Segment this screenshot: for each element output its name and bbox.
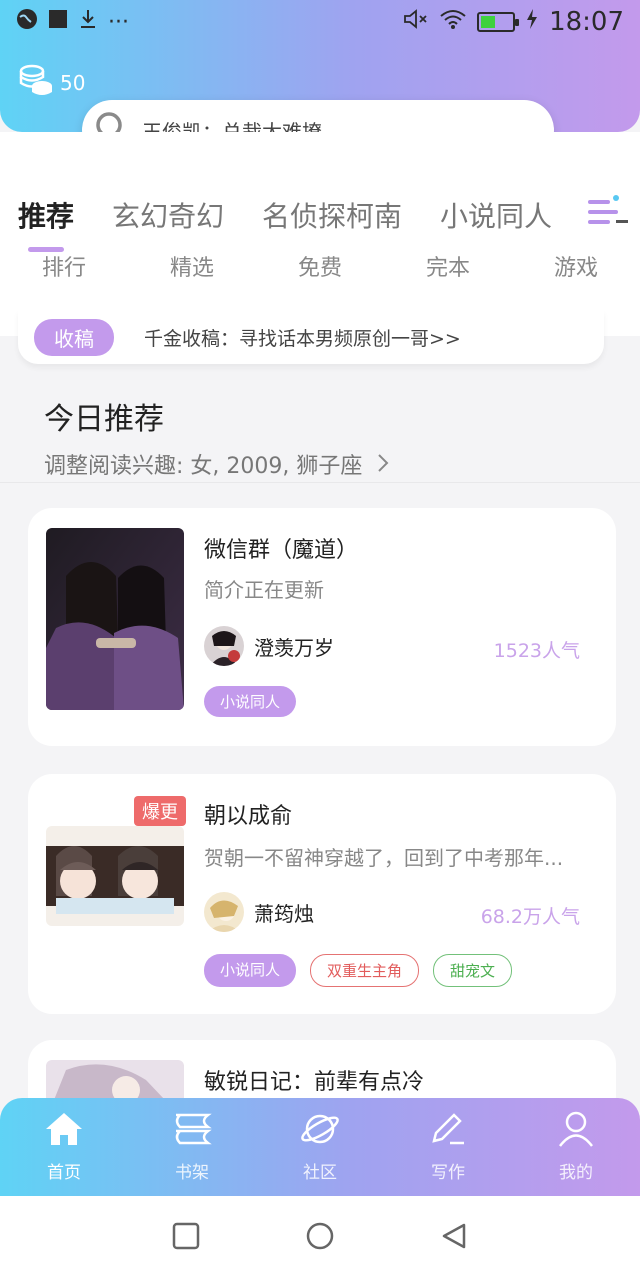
tab-recommend[interactable]: 推荐 <box>18 195 74 235</box>
more-dots-icon: ··· <box>108 9 129 35</box>
section-title: 今日推荐 <box>44 402 164 437</box>
download-icon <box>78 8 98 36</box>
author-row[interactable]: 澄羡万岁 <box>204 626 334 666</box>
app-square-icon <box>48 9 68 35</box>
nav-write[interactable]: 写作 <box>384 1098 512 1196</box>
user-icon <box>556 1111 596 1152</box>
nav-community[interactable]: 社区 <box>256 1098 384 1196</box>
subtab-games[interactable]: 游戏 <box>512 250 640 292</box>
coin-count: 50 <box>60 70 86 95</box>
author-row[interactable]: 萧筠烛 <box>204 892 314 932</box>
home-button[interactable] <box>305 1221 335 1255</box>
tag-chip[interactable]: 双重生主角 <box>310 954 420 987</box>
section-divider <box>0 482 640 483</box>
book-cover <box>46 826 184 926</box>
tag-chip[interactable]: 小说同人 <box>204 954 297 987</box>
book-card[interactable]: 爆更 朝以成俞 贺朝一不留神穿越了，回到了中考那年... 萧筠烛 68.2万人气… <box>28 774 616 1014</box>
status-bar: ··· 18:07 <box>0 0 640 44</box>
book-title: 敏锐日记：前辈有点冷 <box>204 1070 425 1095</box>
chevron-right-icon <box>377 454 389 479</box>
nav-home-label: 首页 <box>47 1163 81 1183</box>
nav-home[interactable]: 首页 <box>0 1098 128 1196</box>
back-button[interactable] <box>440 1222 468 1254</box>
book-title: 朝以成俞 <box>204 804 293 829</box>
nav-write-label: 写作 <box>431 1163 465 1183</box>
wifi-icon <box>439 8 467 36</box>
tag-chip[interactable]: 甜宠文 <box>433 954 513 987</box>
coins-icon <box>18 62 54 103</box>
planet-icon <box>300 1111 340 1152</box>
submission-notice[interactable]: 收稿 千金收稿：寻找话本男频原创一哥>> <box>18 310 604 364</box>
notice-badge: 收稿 <box>34 318 114 356</box>
subtab-free[interactable]: 免费 <box>256 250 384 292</box>
book-description: 简介正在更新 <box>204 578 324 602</box>
hot-update-badge: 爆更 <box>134 796 186 826</box>
bookshelf-icon <box>172 1111 212 1152</box>
coin-balance[interactable]: 50 <box>18 62 85 103</box>
book-description: 贺朝一不留神穿越了，回到了中考那年... <box>204 846 564 870</box>
tab-menu-icon[interactable] <box>586 192 630 236</box>
subtab-ranking[interactable]: 排行 <box>0 250 128 292</box>
nav-community-label: 社区 <box>303 1163 337 1183</box>
reading-interest-text: 调整阅读兴趣: 女, 2009, 狮子座 <box>44 454 363 479</box>
category-tabs: 推荐 玄幻奇幻 名侦探柯南 小说同人 <box>0 190 640 240</box>
tag-list: 小说同人 <box>204 686 297 717</box>
status-time: 18:07 <box>549 7 624 37</box>
author-avatar <box>204 626 244 666</box>
reading-interest-link[interactable]: 调整阅读兴趣: 女, 2009, 狮子座 <box>44 448 389 480</box>
nav-bookshelf-label: 书架 <box>175 1163 209 1183</box>
popularity-count: 68.2万人气 <box>480 906 580 928</box>
nav-bookshelf[interactable]: 书架 <box>128 1098 256 1196</box>
recent-apps-button[interactable] <box>172 1222 200 1254</box>
mute-icon <box>403 8 429 36</box>
popularity-count: 1523人气 <box>493 640 580 662</box>
system-navigation-bar <box>0 1196 640 1280</box>
author-avatar <box>204 892 244 932</box>
tag-chip[interactable]: 小说同人 <box>204 686 297 717</box>
book-card[interactable]: 微信群（魔道） 简介正在更新 澄羡万岁 1523人气 小说同人 <box>28 508 616 746</box>
vpn-globe-icon <box>16 8 38 36</box>
tag-list: 小说同人 双重生主角 甜宠文 <box>204 954 513 987</box>
nav-profile[interactable]: 我的 <box>512 1098 640 1196</box>
sub-tabs: 排行 精选 免费 完本 游戏 <box>0 250 640 292</box>
tab-fantasy[interactable]: 玄幻奇幻 <box>112 195 224 235</box>
charging-icon <box>525 8 539 36</box>
author-name: 澄羡万岁 <box>254 635 334 660</box>
bottom-navigation: 首页 书架 社区 写作 我的 <box>0 1098 640 1196</box>
pen-icon <box>428 1111 468 1152</box>
nav-profile-label: 我的 <box>559 1163 593 1183</box>
subtab-featured[interactable]: 精选 <box>128 250 256 292</box>
tab-conan[interactable]: 名侦探柯南 <box>262 195 402 235</box>
book-cover <box>46 528 184 710</box>
book-title: 微信群（魔道） <box>204 538 359 563</box>
tab-fanfic[interactable]: 小说同人 <box>440 195 552 235</box>
notice-text: 千金收稿：寻找话本男频原创一哥>> <box>144 327 461 350</box>
author-name: 萧筠烛 <box>254 901 314 926</box>
home-icon <box>44 1111 84 1152</box>
subtab-completed[interactable]: 完本 <box>384 250 512 292</box>
battery-icon <box>477 12 520 32</box>
